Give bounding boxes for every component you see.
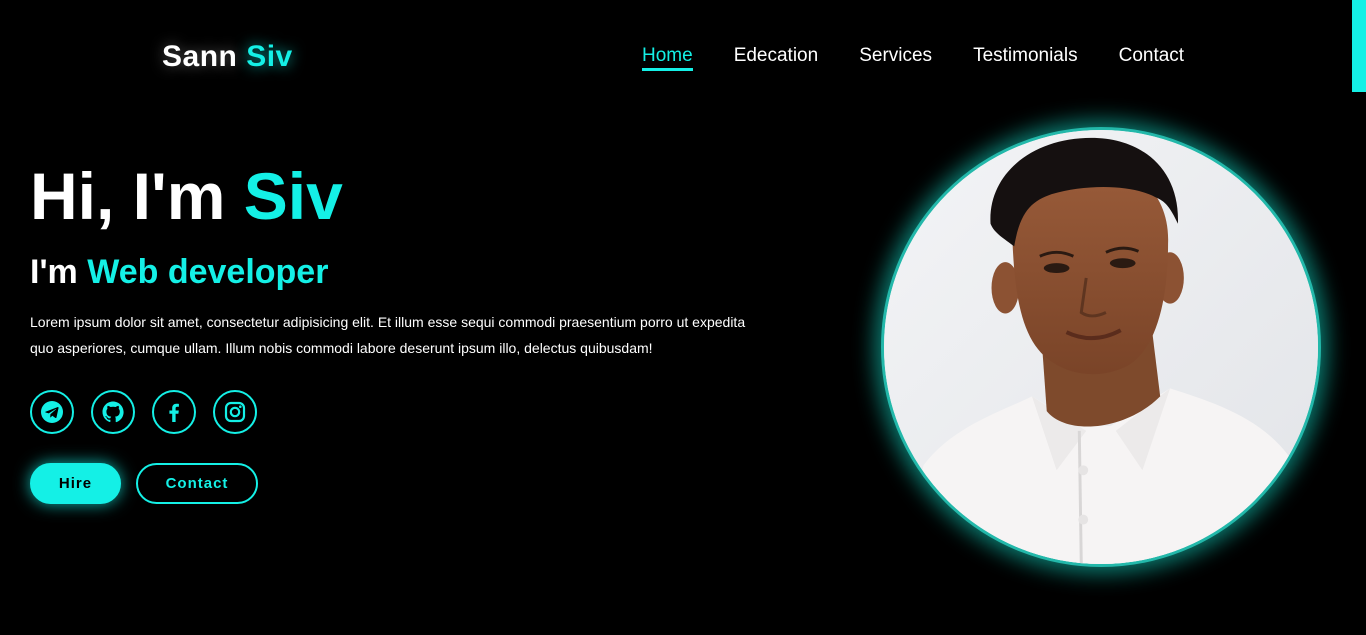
profile-photo — [881, 127, 1321, 567]
nav-link-education[interactable]: Edecation — [734, 44, 819, 71]
github-icon — [102, 401, 124, 423]
hero-actions: Hire Contact — [30, 463, 258, 504]
telegram-link[interactable] — [30, 390, 74, 434]
hero-name: Siv — [243, 159, 343, 233]
facebook-link[interactable] — [152, 390, 196, 434]
telegram-icon — [41, 401, 63, 423]
nav-link-contact[interactable]: Contact — [1119, 44, 1184, 71]
github-link[interactable] — [91, 390, 135, 434]
contact-button[interactable]: Contact — [136, 463, 258, 504]
hero-description: Lorem ipsum dolor sit amet, consectetur … — [30, 314, 746, 356]
logo-accent-name: Siv — [246, 40, 293, 73]
hero-role-title: Web developer — [87, 253, 329, 291]
nav-link-testimonials[interactable]: Testimonials — [973, 44, 1078, 71]
hire-button[interactable]: Hire — [30, 463, 121, 504]
site-logo[interactable]: Sann Siv — [162, 40, 293, 74]
nav-link-services[interactable]: Services — [859, 44, 932, 71]
instagram-icon — [224, 401, 246, 423]
hero-heading: Hi, I'm Siv — [30, 158, 343, 234]
main-nav: Home Edecation Services Testimonials Con… — [642, 44, 1184, 71]
social-links — [30, 390, 257, 434]
hero-role: I'm Web developer — [30, 252, 328, 292]
scrollbar-thumb[interactable] — [1352, 0, 1366, 92]
nav-link-home[interactable]: Home — [642, 44, 693, 71]
logo-first-name: Sann — [162, 40, 238, 73]
hero-role-prefix: I'm — [30, 253, 78, 291]
profile-photo-illustration — [884, 130, 1318, 564]
page: Sann Siv Home Edecation Services Testimo… — [0, 0, 1366, 635]
facebook-icon — [169, 403, 179, 422]
instagram-link[interactable] — [213, 390, 257, 434]
hero-greeting: Hi, I'm — [30, 159, 226, 233]
